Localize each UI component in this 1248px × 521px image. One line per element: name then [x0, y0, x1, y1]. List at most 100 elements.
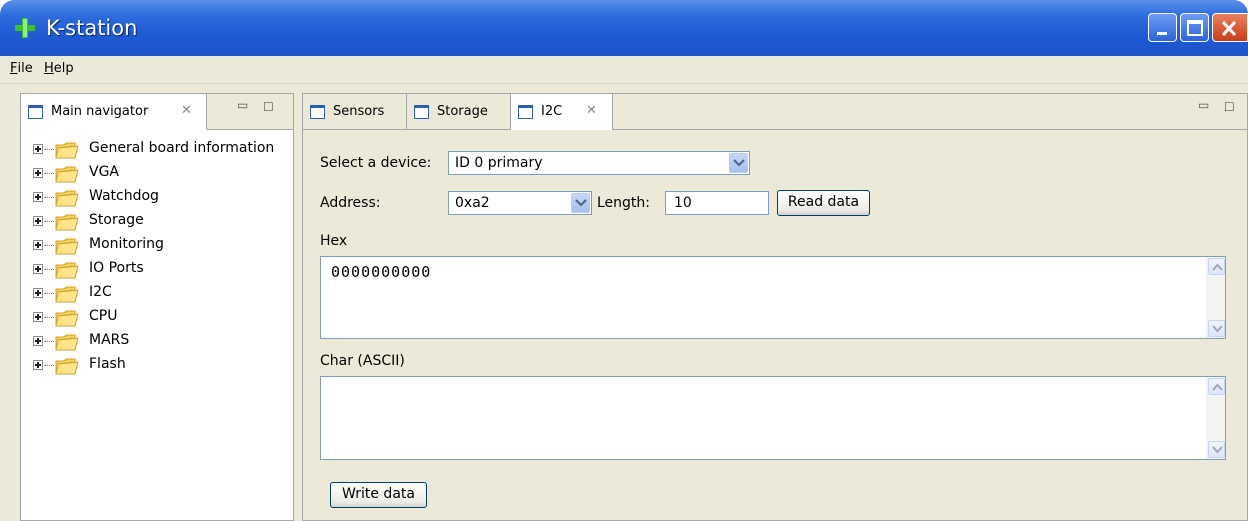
folder-icon [55, 238, 79, 255]
tree-item-label: Storage [89, 212, 144, 228]
tree-item-storage[interactable]: Storage [33, 210, 289, 234]
expand-icon[interactable] [33, 216, 43, 226]
window-title: K-station [46, 16, 138, 40]
write-data-button[interactable]: Write data [330, 482, 427, 508]
folder-icon [55, 286, 79, 303]
maximize-button[interactable] [1180, 13, 1209, 42]
tree-item-watchdog[interactable]: Watchdog [33, 186, 289, 210]
hex-content: 0000000000 [331, 263, 432, 281]
minimize-view-icon[interactable]: ▭ [1198, 98, 1209, 112]
tree-item-i2c[interactable]: I2C [33, 282, 289, 306]
title-bar[interactable]: K-station [0, 0, 1248, 56]
view-icon [518, 105, 533, 119]
device-select[interactable]: ID 0 primary [448, 151, 750, 175]
expand-icon[interactable] [33, 312, 43, 322]
address-select[interactable]: 0xa2 [448, 191, 592, 215]
read-data-button[interactable]: Read data [777, 190, 870, 216]
tab-storage[interactable]: Storage [407, 94, 511, 130]
tree-item-label: General board information [89, 140, 275, 156]
chevron-down-icon [575, 199, 587, 207]
char-textarea[interactable] [320, 376, 1226, 460]
chevron-down-icon [1212, 325, 1223, 333]
navigator-header: Main navigator ✕ ▭ ☐ [21, 94, 293, 130]
tree-item-label: I2C [89, 284, 112, 300]
folder-icon [55, 214, 79, 231]
expand-icon[interactable] [33, 240, 43, 250]
tab-label: I2C [541, 104, 563, 119]
tab-sensors[interactable]: Sensors [303, 94, 407, 130]
tree-connector [44, 365, 54, 366]
tree-item-label: VGA [89, 164, 120, 180]
minimize-button[interactable] [1148, 13, 1177, 42]
dropdown-button[interactable] [571, 193, 590, 213]
dropdown-button[interactable] [729, 153, 748, 173]
hex-textarea[interactable]: 0000000000 [320, 256, 1226, 339]
tree-item-general-board-information[interactable]: General board information [33, 138, 289, 162]
tree-item-cpu[interactable]: CPU [33, 306, 289, 330]
tree-item-label: IO Ports [89, 260, 144, 276]
expand-icon[interactable] [33, 336, 43, 346]
length-value: 10 [674, 195, 692, 211]
expand-icon[interactable] [33, 168, 43, 178]
maximize-icon [1187, 20, 1203, 36]
tree-item-label: Watchdog [89, 188, 159, 204]
chevron-up-icon [1212, 383, 1223, 391]
navigator-tab-label: Main navigator [51, 104, 149, 119]
close-icon [1221, 20, 1237, 37]
close-button[interactable] [1212, 13, 1248, 42]
navigator-tree: General board information VGA Watchdog S… [33, 138, 289, 378]
tab-label: Sensors [333, 104, 385, 119]
tree-item-label: Monitoring [89, 236, 164, 252]
tree-item-mars[interactable]: MARS [33, 330, 289, 354]
char-label: Char (ASCII) [320, 353, 405, 369]
editor-panel: Sensors Storage I2C ✕ ▭ ☐ Select a devic… [302, 93, 1248, 521]
tab-i2c[interactable]: I2C ✕ [511, 94, 613, 130]
expand-icon[interactable] [33, 192, 43, 202]
length-input[interactable]: 10 [665, 191, 769, 215]
maximize-view-icon[interactable]: ☐ [263, 100, 274, 114]
maximize-view-icon[interactable]: ☐ [1224, 100, 1235, 114]
close-tab-icon[interactable]: ✕ [181, 103, 192, 118]
scroll-up-button[interactable] [1208, 258, 1225, 275]
scroll-down-button[interactable] [1208, 441, 1225, 458]
menu-bar: File Help [0, 56, 1248, 84]
i2c-form: Select a device: ID 0 primary Address: 0… [303, 130, 1247, 520]
device-value: ID 0 primary [455, 155, 543, 171]
address-value: 0xa2 [455, 195, 490, 211]
minimize-view-icon[interactable]: ▭ [237, 98, 248, 112]
editor-tab-bar: Sensors Storage I2C ✕ ▭ ☐ [303, 94, 1247, 130]
chevron-up-icon [1212, 263, 1223, 271]
menu-help[interactable]: Help [44, 61, 74, 76]
close-tab-icon[interactable]: ✕ [586, 103, 597, 118]
view-icon [310, 105, 325, 119]
folder-icon [55, 166, 79, 183]
tab-label: Storage [437, 104, 488, 119]
tree-item-flash[interactable]: Flash [33, 354, 289, 378]
tree-connector [44, 293, 54, 294]
expand-icon[interactable] [33, 264, 43, 274]
tree-item-label: MARS [89, 332, 130, 348]
folder-icon [55, 142, 79, 159]
tree-connector [44, 341, 54, 342]
app-plus-icon [15, 18, 35, 38]
main-navigator-panel: Main navigator ✕ ▭ ☐ General board infor… [20, 93, 294, 521]
tree-item-io-ports[interactable]: IO Ports [33, 258, 289, 282]
menu-file[interactable]: File [10, 61, 33, 76]
scroll-up-button[interactable] [1208, 378, 1225, 395]
char-scrollbar[interactable] [1206, 377, 1225, 459]
tree-item-monitoring[interactable]: Monitoring [33, 234, 289, 258]
tree-item-label: CPU [89, 308, 118, 324]
minimize-icon [1157, 32, 1167, 35]
tree-connector [44, 269, 54, 270]
expand-icon[interactable] [33, 144, 43, 154]
expand-icon[interactable] [33, 360, 43, 370]
device-label: Select a device: [320, 155, 432, 171]
view-icon [28, 105, 43, 119]
tab-main-navigator[interactable]: Main navigator ✕ [21, 94, 207, 130]
hex-scrollbar[interactable] [1206, 257, 1225, 338]
folder-icon [55, 358, 79, 375]
scroll-down-button[interactable] [1208, 320, 1225, 337]
tree-item-vga[interactable]: VGA [33, 162, 289, 186]
app-window: K-station File Help Main navigator ✕ ▭ ☐ [0, 0, 1248, 521]
expand-icon[interactable] [33, 288, 43, 298]
